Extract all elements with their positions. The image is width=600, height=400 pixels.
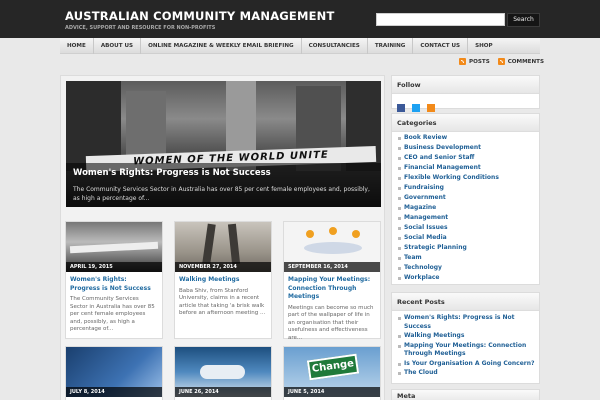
post-excerpt: Baba Shiv, from Stanford University, cla… [179,287,266,317]
nav-home[interactable]: HOME [60,38,94,54]
feed-links: POSTS COMMENTS [459,58,544,65]
post-card[interactable]: Change JUNE 5, 2014 [283,346,381,400]
category-link[interactable]: Strategic Planning [392,243,539,253]
comments-feed-link[interactable]: COMMENTS [508,59,544,65]
featured-caption: Women's Rights: Progress is Not Success … [66,163,381,207]
rss-icon [497,58,505,65]
post-card[interactable]: NOVEMBER 27, 2014 Walking Meetings Baba … [174,221,272,339]
search-input[interactable] [376,13,505,26]
facebook-icon[interactable] [397,103,405,112]
search-button[interactable]: Search [507,13,540,27]
post-date: APRIL 19, 2015 [66,262,162,272]
site-title[interactable]: AUSTRALIAN COMMUNITY MANAGEMENT [65,9,335,23]
posts-feed-link[interactable]: POSTS [469,59,490,65]
category-link[interactable]: Management [392,213,539,223]
post-date: JUNE 26, 2014 [175,387,271,397]
category-link[interactable]: Technology [392,263,539,273]
post-card[interactable]: JUNE 26, 2014 [174,346,272,400]
categories-widget: Categories Book Review Business Developm… [391,113,540,285]
post-date: JULY 8, 2014 [66,387,162,397]
post-thumbnail[interactable]: SEPTEMBER 16, 2014 [284,222,380,272]
category-link[interactable]: Financial Management [392,163,539,173]
nav-consultancies[interactable]: CONSULTANCIES [302,38,368,54]
post-thumbnail[interactable]: JUNE 26, 2014 [175,347,271,397]
post-card[interactable]: SEPTEMBER 16, 2014 Mapping Your Meetings… [283,221,381,341]
post-date: JUNE 5, 2014 [284,387,380,397]
cloud-shape [200,365,245,379]
recent-post-link[interactable]: Walking Meetings [392,332,539,341]
post-excerpt: The Community Services Sector in Austral… [70,296,155,332]
figure-shape [329,227,337,235]
recent-post-link[interactable]: Mapping Your Meetings: Connection Throug… [392,342,539,359]
figure-shape [306,230,314,238]
main-content: WOMEN OF THE WORLD UNITE Women's Rights:… [60,75,385,400]
category-link[interactable]: Team [392,253,539,263]
change-sign: Change [306,353,360,381]
legs-shape [227,223,241,265]
featured-excerpt: The Community Services Sector in Austral… [73,186,370,202]
nav-shop[interactable]: SHOP [468,38,500,54]
widget-heading: Meta [392,390,539,400]
main-nav: HOME ABOUT US ONLINE MAGAZINE & WEEKLY E… [60,38,540,54]
post-thumbnail[interactable]: NOVEMBER 27, 2014 [175,222,271,272]
post-thumbnail[interactable]: APRIL 19, 2015 [66,222,162,272]
post-card[interactable]: APRIL 19, 2015 Women's Rights: Progress … [65,221,163,339]
post-title[interactable]: Walking Meetings [175,272,271,285]
category-link[interactable]: Workplace [392,273,539,283]
nav-online-magazine[interactable]: ONLINE MAGAZINE & WEEKLY EMAIL BRIEFING [141,38,302,54]
category-link[interactable]: Magazine [392,203,539,213]
meeting-table-shape [304,242,362,254]
category-link[interactable]: CEO and Senior Staff [392,153,539,163]
rss-icon [459,58,466,65]
category-link[interactable]: Fundraising [392,183,539,193]
nav-about-us[interactable]: ABOUT US [94,38,142,54]
post-title[interactable]: Women's Rights: Progress is Not Success [66,272,162,293]
featured-title[interactable]: Women's Rights: Progress is Not Success [73,168,374,178]
post-title[interactable]: Mapping Your Meetings: Connection Throug… [284,272,380,302]
figure-shape [352,230,360,238]
recent-post-link[interactable]: Is Your Organisation A Going Concern? [392,360,539,369]
post-date: SEPTEMBER 16, 2014 [284,262,380,272]
recent-post-link[interactable]: Women's Rights: Progress is Not Success [392,314,539,331]
category-link[interactable]: Government [392,193,539,203]
post-card[interactable]: JULY 8, 2014 [65,346,163,400]
category-link[interactable]: Flexible Working Conditions [392,173,539,183]
post-thumbnail[interactable]: JULY 8, 2014 [66,347,162,397]
widget-heading: Recent Posts [392,293,539,311]
legs-shape [202,223,216,265]
widget-heading: Follow [392,76,539,94]
site-header: AUSTRALIAN COMMUNITY MANAGEMENT ADVICE, … [0,0,600,38]
nav-contact-us[interactable]: CONTACT US [413,38,469,54]
featured-post[interactable]: WOMEN OF THE WORLD UNITE Women's Rights:… [66,81,381,207]
widget-heading: Categories [392,114,539,132]
category-link[interactable]: Social Media [392,233,539,243]
rss-icon[interactable] [427,103,436,112]
nav-training[interactable]: TRAINING [368,38,414,54]
recent-posts-widget: Recent Posts Women's Rights: Progress is… [391,292,540,384]
twitter-icon[interactable] [412,103,421,112]
site-description: ADVICE, SUPPORT AND RESOURCE FOR NON-PRO… [65,25,216,31]
meta-widget: Meta [391,389,540,400]
post-excerpt: Meetings can become so much part of the … [288,304,374,341]
category-link[interactable]: Social Issues [392,223,539,233]
post-thumbnail[interactable]: Change JUNE 5, 2014 [284,347,380,397]
banner-shape [69,241,159,254]
recent-post-link[interactable]: The Cloud [392,369,539,378]
category-link[interactable]: Business Development [392,143,539,153]
category-link[interactable]: Book Review [392,133,539,143]
follow-widget: Follow [391,75,540,112]
post-date: NOVEMBER 27, 2014 [175,262,271,272]
